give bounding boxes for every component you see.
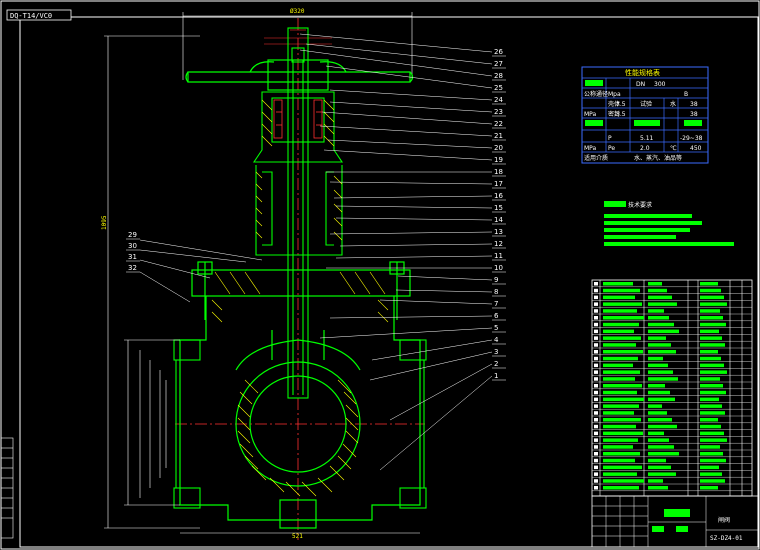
balloon-number: 31	[128, 253, 137, 261]
balloon-number: 26	[494, 48, 503, 56]
parts-list	[591, 279, 753, 497]
spec-table-cell: MPa	[584, 145, 597, 152]
balloon-number: 15	[494, 204, 503, 212]
spec-table-cell: 试验	[640, 100, 652, 108]
spec-table: 性能规格表 DN 300公称通径 Mpa B壳体7.5 试验水 38MPa 密封5.5 38P…	[581, 66, 709, 164]
bonnet-flange	[191, 261, 411, 320]
parts-list-entries	[594, 282, 727, 490]
balloon-number: 10	[494, 264, 503, 272]
valve-body	[179, 296, 421, 529]
left-dimensions	[104, 35, 200, 529]
spec-table-cell: 5.5	[616, 111, 626, 118]
tech-req-title: 技术要求	[628, 201, 652, 209]
balloon-number: 9	[494, 276, 498, 284]
spec-table-cell: 5.11	[640, 135, 654, 142]
spec-table-cell: 公称通径	[584, 90, 608, 98]
balloon-number: 24	[494, 96, 503, 104]
spec-table-cell: 水	[670, 100, 676, 108]
inner-frame	[19, 16, 759, 548]
balloon-number: 12	[494, 240, 503, 248]
balloon-number: 3	[494, 348, 498, 356]
balloon-number: 18	[494, 168, 503, 176]
outer-frame	[0, 0, 760, 550]
spec-table-cell: ℃	[670, 145, 677, 152]
yoke-hatch	[255, 99, 343, 241]
balloon-number: 1	[494, 372, 498, 380]
title-tab-text: DQ-T14/VC0	[10, 12, 52, 20]
cad-drawing-sheet: DQ-T14/VC0 Ø320 1095 521 262728252423222…	[0, 0, 760, 550]
spec-table-cell: DN	[636, 81, 645, 88]
spec-table-cell: 适用介质	[584, 154, 608, 162]
gate-valve-assembly: Ø320 1095 521 26272825242322212019181716…	[101, 8, 506, 540]
spec-table-cell: Pe	[608, 145, 615, 152]
spec-table-cell: 38	[690, 101, 698, 108]
balloon-number: 13	[494, 228, 503, 236]
balloon-number: 16	[494, 192, 503, 200]
balloon-number: 21	[494, 132, 503, 140]
balloon-number: 2	[494, 360, 498, 368]
spec-table-cell: MPa	[584, 111, 597, 118]
spec-table-cell: 水、蒸汽、油品等	[634, 154, 682, 162]
balloon-number: 17	[494, 180, 503, 188]
spec-table-cell: 2.0	[640, 145, 650, 152]
handwheel	[185, 59, 414, 91]
spec-table-cell: -29~38	[680, 135, 703, 142]
balloon-number: 14	[494, 216, 503, 224]
balloon-number: 28	[494, 72, 503, 80]
leader-lines-left	[139, 239, 263, 303]
balloon-number: 32	[128, 264, 137, 272]
balloon-number: 23	[494, 108, 503, 116]
balloon-number: 5	[494, 324, 498, 332]
balloon-number: 6	[494, 312, 499, 320]
flange-hatch	[214, 271, 386, 295]
spec-table-cell: 38	[690, 111, 698, 118]
balloon-number: 8	[494, 288, 498, 296]
spec-table-title: 性能规格表	[625, 68, 660, 77]
title-block: 闸阀 SZ-DZ4-01	[591, 495, 759, 548]
balloon-number: 22	[494, 120, 503, 128]
spec-table-cell: B	[684, 91, 688, 98]
balloon-number: 7	[494, 300, 498, 308]
balloon-number: 29	[128, 231, 137, 239]
balloon-number: 4	[494, 336, 499, 344]
spec-table-cell: P	[608, 135, 612, 142]
spec-table-cell: Mpa	[608, 91, 621, 98]
balloon-numbers-left: 29 30 31 32	[126, 231, 140, 273]
top-dimension	[182, 12, 413, 80]
balloon-number: 25	[494, 84, 503, 92]
balloon-numbers-right: 2627282524232221201918171615141312111098…	[492, 48, 506, 381]
height-dimension-label: 1095	[101, 215, 108, 230]
bottom-dimension-label: 521	[292, 533, 303, 540]
balloon-number: 27	[494, 60, 503, 68]
spec-table-cell: 300	[654, 81, 666, 88]
balloon-number: 19	[494, 156, 503, 164]
balloon-number: 20	[494, 144, 503, 152]
balloon-number: 11	[494, 252, 503, 260]
spec-table-cell: 7.5	[616, 101, 626, 108]
drawing-name: 闸阀	[718, 516, 730, 524]
top-dimension-label: Ø320	[290, 8, 305, 15]
left-revision-table	[0, 437, 14, 539]
technical-requirements: 技术要求	[604, 201, 734, 246]
balloon-number: 30	[128, 242, 137, 250]
drawing-code: SZ-DZ4-01	[710, 535, 743, 542]
leader-lines-right	[299, 33, 493, 471]
spec-table-cell: 450	[690, 145, 702, 152]
